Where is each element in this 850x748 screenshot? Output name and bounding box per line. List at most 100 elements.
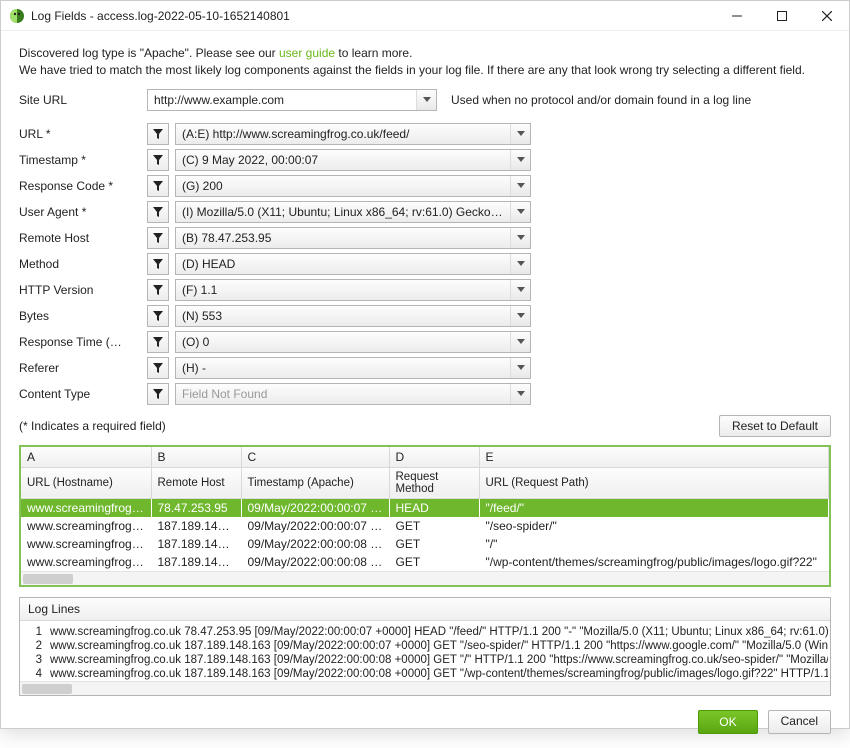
table-cell: 187.189.148.163 — [151, 517, 241, 535]
field-value: (O) 0 — [176, 335, 510, 349]
loglines-horizontal-scrollbar[interactable] — [20, 681, 830, 695]
log-line[interactable]: 4www.screamingfrog.co.uk 187.189.148.163… — [22, 667, 828, 681]
log-lines-panel: Log Lines 1www.screamingfrog.co.uk 78.47… — [19, 597, 831, 696]
site-url-label: Site URL — [19, 93, 147, 107]
required-note: (* Indicates a required field) — [19, 419, 719, 433]
chevron-down-icon[interactable] — [510, 150, 530, 170]
filter-icon-button[interactable] — [147, 357, 169, 379]
chevron-down-icon[interactable] — [510, 280, 530, 300]
filter-icon-button[interactable] — [147, 279, 169, 301]
column-letter[interactable]: E — [479, 447, 829, 468]
field-select[interactable]: (F) 1.1 — [175, 279, 531, 301]
filter-icon-button[interactable] — [147, 253, 169, 275]
field-value: (D) HEAD — [176, 257, 510, 271]
field-select[interactable]: (G) 200 — [175, 175, 531, 197]
field-row: User Agent *(I) Mozilla/5.0 (X11; Ubuntu… — [19, 201, 831, 223]
close-button[interactable] — [804, 1, 849, 31]
user-guide-link[interactable]: user guide — [279, 46, 335, 60]
field-value: Field Not Found — [176, 387, 510, 401]
chevron-down-icon[interactable] — [510, 176, 530, 196]
table-row[interactable]: www.screamingfrog.co.uk187.189.148.16309… — [21, 535, 829, 553]
maximize-button[interactable] — [759, 1, 804, 31]
log-line-text: www.screamingfrog.co.uk 78.47.253.95 [09… — [50, 626, 828, 638]
chevron-down-icon[interactable] — [510, 202, 530, 222]
filter-icon-button[interactable] — [147, 227, 169, 249]
chevron-down-icon[interactable] — [510, 124, 530, 144]
funnel-icon — [153, 233, 163, 243]
reset-to-default-button[interactable]: Reset to Default — [719, 415, 831, 437]
field-label: URL * — [19, 127, 147, 141]
column-name[interactable]: Timestamp (Apache) — [241, 467, 389, 498]
table-cell: "/wp-content/themes/screamingfrog/public… — [479, 553, 829, 571]
log-line-number: 1 — [22, 626, 50, 638]
table-row[interactable]: www.screamingfrog.co.uk187.189.148.16309… — [21, 553, 829, 571]
column-name[interactable]: Request Method — [389, 467, 479, 498]
table-horizontal-scrollbar[interactable] — [21, 571, 829, 585]
field-row: Response Code *(G) 200 — [19, 175, 831, 197]
intro-text: Discovered log type is "Apache". Please … — [19, 45, 831, 79]
filter-icon-button[interactable] — [147, 123, 169, 145]
chevron-down-icon[interactable] — [510, 228, 530, 248]
table-row[interactable]: www.screamingfrog.co.uk187.189.148.16309… — [21, 517, 829, 535]
field-row: Method (D) HEAD — [19, 253, 831, 275]
table-cell: 187.189.148.163 — [151, 553, 241, 571]
table-cell: "/seo-spider/" — [479, 517, 829, 535]
table-cell: 09/May/2022:00:00:07 +0000 — [241, 498, 389, 517]
field-select[interactable]: (D) HEAD — [175, 253, 531, 275]
log-line-number: 4 — [22, 668, 50, 680]
dialog-window: Log Fields - access.log-2022-05-10-16521… — [0, 0, 850, 729]
field-row: Bytes(N) 553 — [19, 305, 831, 327]
field-mapping-list: URL * (A:E) http://www.screamingfrog.co.u… — [19, 123, 831, 409]
field-select[interactable]: (A:E) http://www.screamingfrog.co.uk/fee… — [175, 123, 531, 145]
cancel-button[interactable]: Cancel — [768, 710, 831, 734]
field-select[interactable]: (C) 9 May 2022, 00:00:07 — [175, 149, 531, 171]
field-row: Response Time (… (O) 0 — [19, 331, 831, 353]
filter-icon-button[interactable] — [147, 331, 169, 353]
title-bar: Log Fields - access.log-2022-05-10-16521… — [1, 1, 849, 31]
funnel-icon — [153, 207, 163, 217]
chevron-down-icon[interactable] — [510, 358, 530, 378]
filter-icon-button[interactable] — [147, 383, 169, 405]
field-label: Method — [19, 257, 147, 271]
table-cell: 187.189.148.163 — [151, 535, 241, 553]
field-select[interactable]: (O) 0 — [175, 331, 531, 353]
site-url-combo[interactable]: http://www.example.com — [147, 89, 437, 111]
funnel-icon — [153, 363, 163, 373]
log-line-number: 2 — [22, 640, 50, 652]
field-select[interactable]: (B) 78.47.253.95 — [175, 227, 531, 249]
filter-icon-button[interactable] — [147, 201, 169, 223]
filter-icon-button[interactable] — [147, 305, 169, 327]
filter-icon-button[interactable] — [147, 149, 169, 171]
field-label: Timestamp * — [19, 153, 147, 167]
log-line[interactable]: 3www.screamingfrog.co.uk 187.189.148.163… — [22, 653, 828, 667]
column-letter[interactable]: A — [21, 447, 151, 468]
table-cell: 09/May/2022:00:00:08 +0000 — [241, 535, 389, 553]
log-line[interactable]: 1www.screamingfrog.co.uk 78.47.253.95 [0… — [22, 625, 828, 639]
chevron-down-icon[interactable] — [416, 90, 436, 110]
funnel-icon — [153, 155, 163, 165]
column-name[interactable]: Remote Host — [151, 467, 241, 498]
column-letter[interactable]: C — [241, 447, 389, 468]
filter-icon-button[interactable] — [147, 175, 169, 197]
field-label: Referer — [19, 361, 147, 375]
field-value: (F) 1.1 — [176, 283, 510, 297]
chevron-down-icon[interactable] — [510, 306, 530, 326]
minimize-button[interactable] — [714, 1, 759, 31]
column-letter[interactable]: D — [389, 447, 479, 468]
log-line[interactable]: 2www.screamingfrog.co.uk 187.189.148.163… — [22, 639, 828, 653]
chevron-down-icon[interactable] — [510, 332, 530, 352]
window-title: Log Fields - access.log-2022-05-10-16521… — [31, 9, 290, 23]
column-letter[interactable]: B — [151, 447, 241, 468]
column-name[interactable]: URL (Hostname) — [21, 467, 151, 498]
chevron-down-icon[interactable] — [510, 254, 530, 274]
table-cell: GET — [389, 517, 479, 535]
table-cell: www.screamingfrog.co.uk — [21, 535, 151, 553]
ok-button[interactable]: OK — [698, 710, 757, 734]
field-select[interactable]: (H) - — [175, 357, 531, 379]
field-select[interactable]: (N) 553 — [175, 305, 531, 327]
field-select[interactable]: (I) Mozilla/5.0 (X11; Ubuntu; Linux x86_… — [175, 201, 531, 223]
table-row[interactable]: www.screamingfrog.co.uk78.47.253.9509/Ma… — [21, 498, 829, 517]
field-label: Response Time (… — [19, 335, 147, 349]
field-value: (C) 9 May 2022, 00:00:07 — [176, 153, 510, 167]
column-name[interactable]: URL (Request Path) — [479, 467, 829, 498]
